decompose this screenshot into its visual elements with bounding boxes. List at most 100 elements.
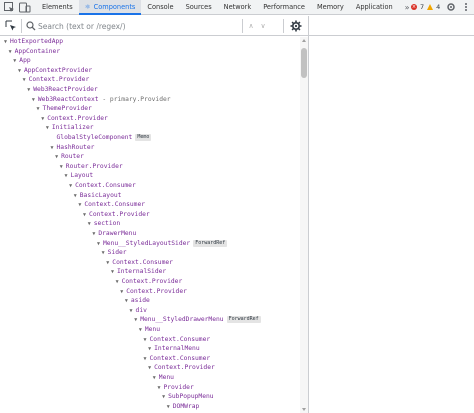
component-badge: ForwardRef <box>226 316 261 324</box>
tree-row[interactable]: ▼ Menu__StyledDrawerMenu ForwardRef <box>134 315 261 325</box>
tree-row[interactable]: ▼ Layout <box>64 171 93 181</box>
tree-row[interactable]: ▼ Context.Provider <box>148 363 215 373</box>
scrollbar-thumb[interactable] <box>301 48 307 78</box>
tree-row[interactable]: ▼ HotExportedApp <box>4 37 63 47</box>
devtools-tabs: Elements ⚛ Components Console Sources Network… <box>36 0 416 15</box>
search-input[interactable] <box>38 19 238 33</box>
tree-scrollbar[interactable] <box>300 37 308 413</box>
component-name: Context.Provider <box>126 287 187 295</box>
component-name: AppContextProvider <box>23 66 93 74</box>
warning-count: 4 <box>436 3 441 11</box>
tree-row[interactable]: ▼ App <box>13 56 30 66</box>
component-name: InternalMenu <box>154 345 200 353</box>
warning-icon <box>427 0 434 15</box>
component-name: HashRouter <box>56 143 95 151</box>
component-name: Context.Consumer <box>149 335 211 343</box>
tree-row[interactable]: GlobalStyleComponent Memo <box>51 133 152 143</box>
tree-row[interactable]: ▼ DrawerMenu <box>92 229 136 239</box>
component-name: Web3ReactContext <box>37 95 99 103</box>
tree-row[interactable]: ▼ HashRouter <box>51 143 95 153</box>
tree-row[interactable]: ▼ Web3ReactProvider <box>27 85 97 95</box>
component-name: section <box>93 220 121 228</box>
error-icon: × <box>411 4 417 10</box>
tree-row[interactable]: ▼ Context.Provider <box>116 277 183 287</box>
tree-row[interactable]: ▼ DOMWrap <box>167 402 200 412</box>
tree-row[interactable]: ▼ Menu__StyledLayoutSider ForwardRef <box>97 239 228 249</box>
toolbar-divider <box>21 19 22 33</box>
tree-row[interactable]: ▼ Router.Provider <box>60 162 123 172</box>
tree-row[interactable]: ▼ section <box>88 219 121 229</box>
component-name: Router <box>61 153 84 161</box>
component-badge: ForwardRef <box>193 239 228 247</box>
error-count: 7 <box>420 3 425 11</box>
tree-row[interactable]: ▼ Provider <box>157 383 193 393</box>
tab-performance[interactable]: Performance <box>257 0 311 15</box>
component-name: Menu <box>144 326 161 333</box>
tree-row[interactable]: ▼ AppContainer <box>9 47 61 57</box>
tree-row[interactable]: ▼ Context.Consumer <box>144 354 211 364</box>
tab-label: Memory <box>316 3 344 11</box>
tree-row[interactable]: ▼ Context.Consumer <box>78 200 145 210</box>
tab-label: Console <box>147 3 174 11</box>
component-name: Context.Provider <box>28 76 90 84</box>
tree-row[interactable]: ▼ Initializer <box>46 123 94 133</box>
next-result-button[interactable]: ∨ <box>258 20 268 32</box>
tree-row[interactable]: ▼ SubPopupMenu <box>162 392 214 402</box>
tree-row[interactable]: ▼ BasicLayout <box>74 191 122 201</box>
previous-result-button[interactable]: ∧ <box>246 20 256 32</box>
more-options-icon[interactable] <box>461 2 471 12</box>
component-name: Context.Consumer <box>75 182 136 189</box>
component-key: - primary.Provider <box>98 95 171 103</box>
tab-sources[interactable]: Sources <box>180 0 218 15</box>
tree-row[interactable]: ▼ Router <box>55 152 84 162</box>
component-name: GlobalStyleComponent <box>56 134 133 141</box>
tab-console[interactable]: Console <box>141 0 179 15</box>
component-name: div <box>135 306 147 314</box>
tree-row[interactable]: ▼ Context.Provider <box>120 287 187 297</box>
issue-counter[interactable]: × 7 4 <box>411 0 440 15</box>
component-name: BasicLayout <box>79 191 122 199</box>
component-name: Sider <box>107 249 127 257</box>
tab-application[interactable]: Application <box>350 0 399 15</box>
tree-row[interactable]: ▼ Menu <box>139 325 160 335</box>
component-name: Context.Consumer <box>84 201 146 209</box>
component-name: Menu__StyledLayoutSider <box>103 239 191 247</box>
component-settings-gear-icon[interactable] <box>290 20 302 32</box>
scroll-down-arrow-icon[interactable] <box>302 408 306 411</box>
component-name: AppContainer <box>14 47 61 55</box>
component-name: Context.Provider <box>154 364 215 372</box>
tree-row[interactable]: ▼ Context.Provider <box>23 75 90 85</box>
component-name: Provider <box>163 383 194 391</box>
inspect-element-icon[interactable] <box>3 1 16 14</box>
component-name: InternalSider <box>116 268 167 276</box>
tab-elements[interactable]: Elements <box>36 0 79 15</box>
tree-row[interactable]: ▼ Menu <box>153 373 174 383</box>
tab-label: Network <box>223 3 252 11</box>
tree-row[interactable]: ▼ Sider <box>102 248 127 258</box>
device-toolbar-icon[interactable] <box>18 1 31 14</box>
tree-row[interactable]: ▼ Context.Provider <box>41 114 108 124</box>
component-name: Layout <box>70 172 94 180</box>
tab-network[interactable]: Network <box>218 0 258 15</box>
component-name: SubPopupMenu <box>168 393 214 401</box>
tree-row[interactable]: ▼ ThemeProvider <box>37 104 92 114</box>
component-details-pane <box>309 16 474 413</box>
devtools-tab-bar: Elements ⚛ Components Console Sources Network… <box>0 0 474 15</box>
tree-row[interactable]: ▼ InternalMenu <box>148 344 200 354</box>
tree-row[interactable]: ▼ AppContextProvider <box>18 66 92 76</box>
select-component-icon[interactable] <box>5 20 17 32</box>
tree-row[interactable]: ▼ Web3ReactContext - primary.Provider <box>32 95 171 105</box>
tree-row[interactable]: ▼ InternalSider <box>111 267 166 277</box>
tree-row[interactable]: ▼ Context.Consumer <box>106 258 173 268</box>
toolbar-divider <box>242 19 243 33</box>
settings-gear-icon[interactable] <box>446 2 456 12</box>
scroll-up-arrow-icon[interactable] <box>302 39 306 42</box>
tab-components[interactable]: ⚛ Components <box>78 0 142 15</box>
tree-row[interactable]: ▼ Context.Consumer <box>69 181 136 191</box>
tab-label: Components <box>93 3 136 11</box>
tab-memory[interactable]: Memory <box>311 0 350 15</box>
tree-row[interactable]: ▼ div <box>130 306 147 316</box>
tree-row[interactable]: ▼ Context.Provider <box>83 210 150 220</box>
tree-row[interactable]: ▼ Context.Consumer <box>144 335 211 345</box>
tree-row[interactable]: ▼ aside <box>125 296 150 306</box>
